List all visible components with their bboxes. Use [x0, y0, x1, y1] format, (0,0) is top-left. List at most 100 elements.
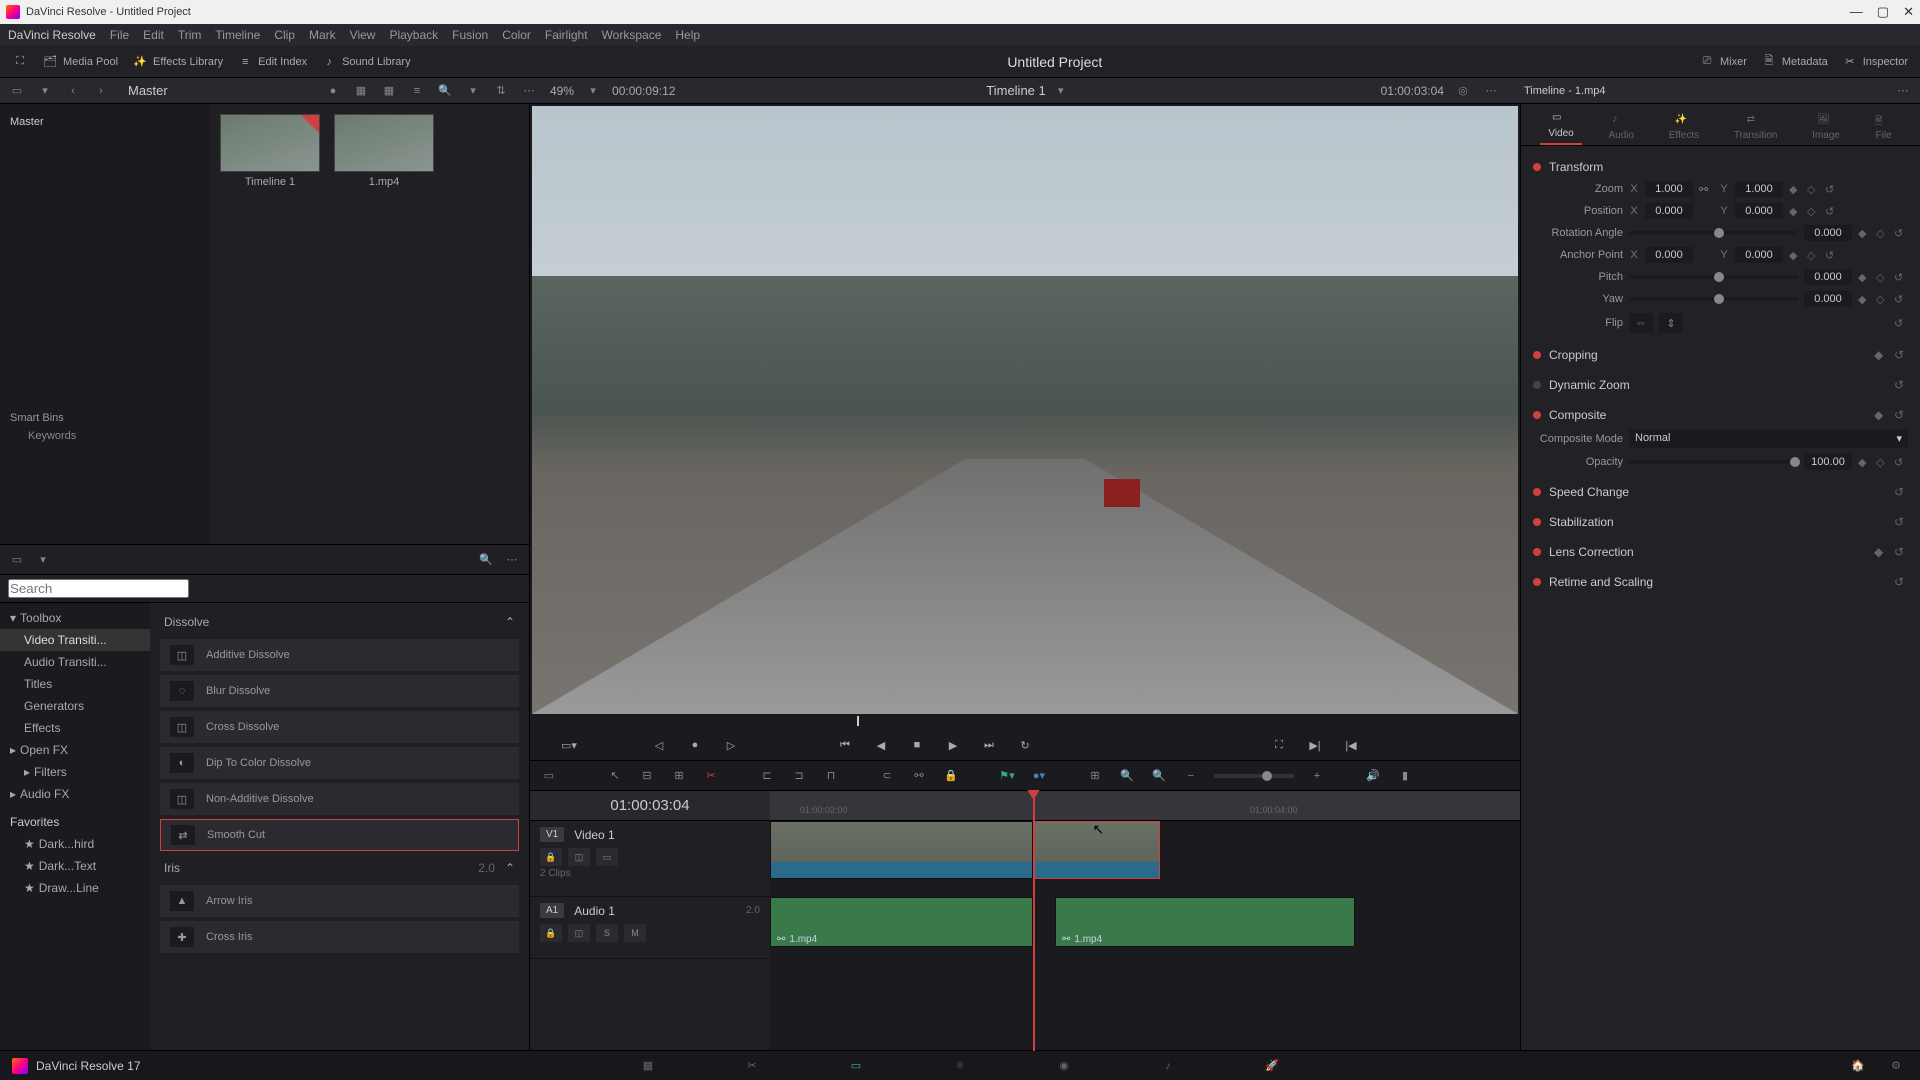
menu-view[interactable]: View: [350, 28, 376, 42]
menu-clip[interactable]: Clip: [274, 28, 295, 42]
zoom-custom-icon[interactable]: 🔍: [1150, 767, 1168, 785]
track-header-video[interactable]: V1 Video 1 🔒 ◫ ▭ 2 Clips: [530, 821, 770, 897]
dynamic-trim-icon[interactable]: ⊞: [670, 767, 688, 785]
menu-color[interactable]: Color: [502, 28, 531, 42]
video-clip[interactable]: ⚯1.mp4: [770, 821, 1033, 879]
keyframe-icon[interactable]: ◆: [1858, 293, 1870, 306]
selection-tool-icon[interactable]: ↖: [606, 767, 624, 785]
yaw-value[interactable]: 0.000: [1804, 291, 1852, 307]
media-pool-toggle[interactable]: 🗂Media Pool: [42, 54, 118, 70]
smart-bin-keywords[interactable]: Keywords: [10, 430, 200, 442]
mixer-toggle[interactable]: ⎚Mixer: [1699, 54, 1747, 70]
flip-v-button[interactable]: ⇕: [1659, 313, 1683, 333]
chevron-down-icon[interactable]: ▾: [36, 82, 54, 100]
menu-edit[interactable]: Edit: [143, 28, 164, 42]
tree-toolbox[interactable]: ▾Toolbox: [0, 607, 150, 629]
section-lens-correction[interactable]: Lens Correction◆↺: [1533, 541, 1908, 563]
opacity-slider[interactable]: [1629, 460, 1798, 464]
reset-icon[interactable]: ↺: [1894, 317, 1908, 330]
chevron-down-icon[interactable]: ▾: [34, 551, 52, 569]
panel-layout-icon[interactable]: ▭: [8, 551, 26, 569]
keyframe-icon[interactable]: ◇: [1876, 456, 1888, 469]
tree-filters[interactable]: ▸Filters: [0, 761, 150, 783]
inspector-tab-video[interactable]: ▭Video: [1540, 108, 1581, 145]
track-badge[interactable]: A1: [540, 903, 564, 918]
audio-clip[interactable]: ⚯1.mp4: [1055, 897, 1355, 947]
audio-monitor-icon[interactable]: 🔊: [1364, 767, 1382, 785]
zoom-in-icon[interactable]: +: [1308, 767, 1326, 785]
keyframe-icon[interactable]: ◆: [1858, 227, 1870, 240]
tree-generators[interactable]: Generators: [0, 695, 150, 717]
viewer-scrubber[interactable]: [532, 716, 1518, 730]
page-cut-icon[interactable]: ✂: [740, 1056, 764, 1076]
pos-x-value[interactable]: 0.000: [1645, 203, 1693, 219]
disable-track-icon[interactable]: ▭: [596, 848, 618, 866]
match-frame-icon[interactable]: ⛶: [1270, 736, 1288, 754]
clip-thumbnail[interactable]: Timeline 1: [220, 114, 320, 188]
section-dynamic-zoom[interactable]: Dynamic Zoom↺: [1533, 374, 1908, 396]
pitch-value[interactable]: 0.000: [1804, 269, 1852, 285]
menu-workspace[interactable]: Workspace: [602, 28, 662, 42]
reset-icon[interactable]: ↺: [1825, 183, 1839, 196]
tree-openfx[interactable]: ▸Open FX: [0, 739, 150, 761]
flip-h-button[interactable]: ⇔: [1629, 313, 1653, 333]
bin-master[interactable]: Master: [10, 112, 200, 132]
keyframe-icon[interactable]: ◇: [1807, 183, 1819, 196]
link-icon[interactable]: ⚯: [910, 767, 928, 785]
tree-audiofx[interactable]: ▸Audio FX: [0, 783, 150, 805]
anchor-y-value[interactable]: 0.000: [1735, 247, 1783, 263]
keyframe-icon[interactable]: ◆: [1858, 271, 1870, 284]
solo-icon[interactable]: S: [596, 924, 618, 942]
nav-forward-icon[interactable]: ›: [92, 82, 110, 100]
home-icon[interactable]: 🏠: [1846, 1056, 1870, 1076]
inspector-tab-audio[interactable]: ♪Audio: [1600, 110, 1642, 145]
zoom-out-icon[interactable]: −: [1182, 767, 1200, 785]
section-retime[interactable]: Retime and Scaling↺: [1533, 571, 1908, 593]
bin-view-icon[interactable]: ▭: [8, 82, 26, 100]
effects-search-input[interactable]: [8, 579, 189, 598]
pitch-slider[interactable]: [1629, 275, 1798, 279]
lock-track-icon[interactable]: 🔒: [540, 848, 562, 866]
favorite-item[interactable]: ★Draw...Line: [0, 877, 150, 899]
go-first-icon[interactable]: ⏮: [836, 736, 854, 754]
track-badge[interactable]: V1: [540, 827, 564, 842]
insert-clip-icon[interactable]: ⊏: [758, 767, 776, 785]
page-media-icon[interactable]: ▦: [636, 1056, 660, 1076]
keyframe-icon[interactable]: ◆: [1789, 249, 1801, 262]
composite-mode-select[interactable]: Normal▾: [1629, 429, 1908, 448]
chevron-down-icon[interactable]: ▾: [464, 82, 482, 100]
menu-fusion[interactable]: Fusion: [452, 28, 488, 42]
inspector-tab-image[interactable]: 🖼Image: [1804, 110, 1848, 145]
section-cropping[interactable]: Cropping◆↺: [1533, 344, 1908, 366]
reset-icon[interactable]: ↺: [1894, 293, 1908, 306]
list-view-icon[interactable]: ≡: [408, 82, 426, 100]
favorite-item[interactable]: ★Dark...Text: [0, 855, 150, 877]
prev-clip-icon[interactable]: |◀: [1342, 736, 1360, 754]
search-icon[interactable]: 🔍: [477, 551, 495, 569]
marker-nav-icon[interactable]: ●: [686, 736, 704, 754]
group-iris[interactable]: Iris2.0⌃: [160, 855, 519, 881]
effect-item[interactable]: ◐Dip To Color Dissolve: [160, 747, 519, 779]
effect-item-smooth-cut[interactable]: ⇄Smooth Cut: [160, 819, 519, 851]
zoom-slider[interactable]: [1214, 774, 1294, 778]
bin-path[interactable]: Master: [128, 83, 168, 98]
options-icon[interactable]: ⋯: [520, 82, 538, 100]
menu-playback[interactable]: Playback: [389, 28, 438, 42]
chevron-down-icon[interactable]: ▾: [584, 82, 602, 100]
metadata-toggle[interactable]: 🗎Metadata: [1761, 54, 1828, 70]
timeline-view-options-icon[interactable]: ▭: [540, 767, 558, 785]
sound-library-toggle[interactable]: ♪Sound Library: [321, 54, 411, 70]
loop-icon[interactable]: ↻: [1016, 736, 1034, 754]
go-last-icon[interactable]: ⏭: [980, 736, 998, 754]
keyframe-icon[interactable]: ◆: [1789, 183, 1801, 196]
trim-tool-icon[interactable]: ⊟: [638, 767, 656, 785]
flag-icon[interactable]: ⚑▾: [998, 767, 1016, 785]
keyframe-icon[interactable]: ◇: [1876, 271, 1888, 284]
favorite-item[interactable]: ★Dark...hird: [0, 833, 150, 855]
settings-icon[interactable]: ⚙: [1884, 1056, 1908, 1076]
menu-help[interactable]: Help: [675, 28, 700, 42]
audio-clip[interactable]: ⚯1.mp4: [770, 897, 1033, 947]
keyframe-icon[interactable]: ◇: [1876, 227, 1888, 240]
reset-icon[interactable]: ↺: [1894, 271, 1908, 284]
smart-bins-header[interactable]: Smart Bins: [10, 412, 200, 424]
